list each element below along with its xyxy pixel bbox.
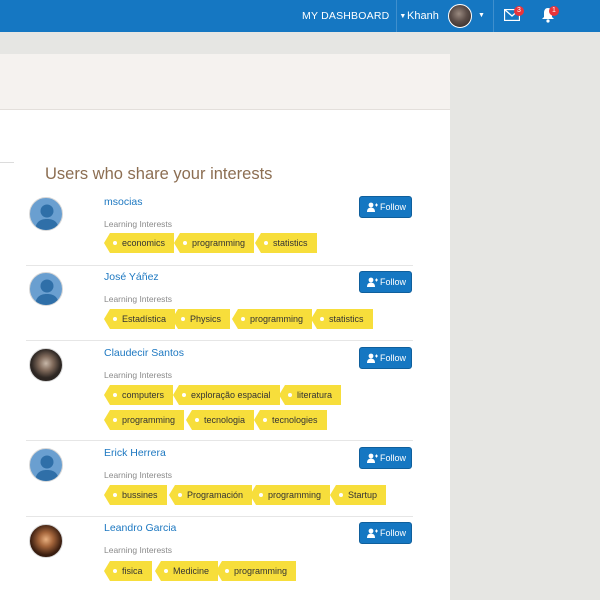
user-name-link[interactable]: Claudecir Santos [104, 347, 184, 359]
mail-count-badge: 3 [514, 6, 524, 16]
user-name-link[interactable]: Erick Herrera [104, 447, 166, 459]
row-divider [26, 516, 413, 517]
add-user-icon [367, 453, 378, 463]
notification-count-badge: 1 [549, 6, 559, 16]
interest-tag[interactable]: computers [103, 385, 174, 405]
add-user-icon [367, 277, 378, 287]
user-avatar[interactable] [29, 448, 63, 482]
nav-separator [493, 0, 494, 32]
default-user-icon [35, 204, 59, 230]
add-user-icon [367, 202, 378, 212]
my-dashboard-menu[interactable]: MY DASHBOARD ▼ [302, 0, 407, 32]
follow-label: Follow [380, 202, 407, 212]
interest-tag[interactable]: exploração espacial [173, 385, 280, 405]
row-divider [26, 440, 413, 441]
interest-tag[interactable]: Estadística [103, 309, 176, 329]
user-name-link[interactable]: Leandro Garcia [104, 522, 176, 534]
interest-tag[interactable]: economics [103, 233, 175, 253]
divider [0, 162, 14, 163]
interest-tag[interactable]: Physics [171, 309, 231, 329]
follow-label: Follow [380, 353, 407, 363]
default-user-icon [35, 279, 59, 305]
user-menu-name[interactable]: Khanh [407, 0, 439, 32]
user-avatar[interactable] [448, 4, 472, 28]
interest-tag[interactable]: literatura [278, 385, 342, 405]
follow-button[interactable]: Follow [359, 522, 412, 544]
user-card: Erick Herrera Learning Interests bussine… [26, 447, 413, 513]
interest-tag[interactable]: Startup [329, 485, 387, 505]
add-user-icon [367, 353, 378, 363]
add-user-icon [367, 528, 378, 538]
interest-tag[interactable]: tecnologies [254, 410, 327, 430]
interest-tag[interactable]: statistics [311, 309, 373, 329]
row-divider [26, 265, 413, 266]
follow-button[interactable]: Follow [359, 347, 412, 369]
learning-interests-label: Learning Interests [104, 294, 173, 304]
user-avatar[interactable] [29, 272, 63, 306]
learning-interests-label: Learning Interests [104, 219, 173, 229]
interest-tag[interactable]: programming [249, 485, 331, 505]
interest-tag[interactable]: tecnologia [185, 410, 255, 430]
interest-tag[interactable]: programming [103, 410, 185, 430]
chevron-down-icon: ▼ [399, 13, 407, 20]
my-dashboard-label: MY DASHBOARD [302, 10, 390, 22]
user-name-link[interactable]: msocias [104, 196, 143, 208]
user-avatar[interactable] [29, 348, 63, 382]
user-card: msocias Learning Interests economics pro… [26, 196, 413, 262]
user-avatar[interactable] [29, 524, 63, 558]
user-card: José Yáñez Learning Interests Estadístic… [26, 271, 413, 337]
interest-tag[interactable]: programming [215, 561, 297, 581]
follow-button[interactable]: Follow [359, 196, 412, 218]
section-title: Users who share your interests [45, 165, 273, 183]
learning-interests-label: Learning Interests [104, 370, 173, 380]
interest-tag[interactable]: Medicine [154, 561, 219, 581]
top-navbar: MY DASHBOARD ▼ Khanh ▼ 3 1 [0, 0, 600, 32]
user-card: Claudecir Santos Learning Interests comp… [26, 347, 413, 437]
interest-tag[interactable]: fisica [104, 561, 152, 581]
learning-interests-label: Learning Interests [104, 545, 173, 555]
follow-label: Follow [380, 453, 407, 463]
header-panel [0, 54, 450, 110]
follow-label: Follow [380, 528, 407, 538]
follow-label: Follow [380, 277, 407, 287]
default-user-icon [35, 455, 59, 481]
follow-button[interactable]: Follow [359, 447, 412, 469]
interest-tag[interactable]: programming [231, 309, 313, 329]
learning-interests-label: Learning Interests [104, 470, 173, 480]
row-divider [26, 340, 413, 341]
interest-tag[interactable]: Programación [168, 485, 253, 505]
interest-tag[interactable]: programming [173, 233, 255, 253]
interest-tag[interactable]: bussines [104, 485, 167, 505]
chevron-down-icon[interactable]: ▼ [478, 0, 485, 32]
user-name-link[interactable]: José Yáñez [104, 271, 159, 283]
follow-button[interactable]: Follow [359, 271, 412, 293]
nav-separator [396, 0, 397, 32]
user-card: Leandro Garcia Learning Interests fisica… [26, 522, 413, 588]
user-avatar[interactable] [29, 197, 63, 231]
interest-tag[interactable]: statistics [255, 233, 317, 253]
